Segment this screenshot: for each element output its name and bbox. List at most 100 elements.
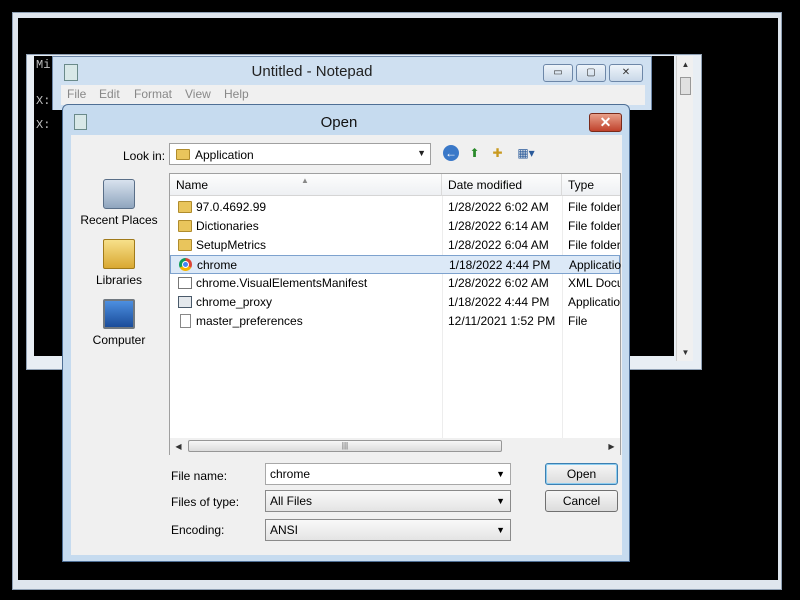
look-in-value: Application [195, 148, 254, 162]
place-recent-places[interactable]: Recent Places [77, 179, 161, 227]
menu-help[interactable]: Help [224, 87, 249, 101]
file-name: chrome.VisualElementsManifest [196, 276, 368, 290]
place-label: Libraries [95, 273, 143, 287]
column-name[interactable]: Name ▲ [170, 174, 442, 196]
place-label: Computer [92, 333, 146, 347]
file-date-modified: 1/18/2022 4:44 PM [449, 258, 551, 272]
scrollbar-thumb[interactable]: ||| [188, 440, 502, 452]
console-line: X: [36, 94, 51, 108]
menu-format[interactable]: Format [134, 87, 172, 101]
file-list[interactable]: Name ▲ Date modified Type 97.0.4692.99 1/… [169, 173, 621, 455]
column-name-label: Name [176, 178, 209, 192]
file-type: File [568, 314, 588, 328]
chevron-down-icon: ▼ [496, 496, 505, 506]
folder-icon [178, 239, 192, 251]
chrome-icon [179, 258, 192, 271]
file-type: File folder [568, 238, 620, 252]
place-computer[interactable]: Computer [77, 299, 161, 347]
menu-file[interactable]: File [67, 87, 86, 101]
places-bar: Recent Places Libraries Computer [77, 173, 161, 473]
folder-icon [176, 149, 190, 160]
file-icon [180, 314, 191, 328]
scroll-up-icon[interactable]: ▲ [677, 56, 694, 73]
up-folder-icon[interactable]: ⬆ [466, 145, 483, 162]
menu-view[interactable]: View [185, 87, 211, 101]
file-type: File folder [568, 200, 620, 214]
minimize-button[interactable]: ▭ [543, 64, 573, 82]
chevron-down-icon[interactable]: ▼ [496, 464, 505, 484]
console-line: Mi [36, 58, 51, 72]
notepad-close-button[interactable]: ✕ [609, 64, 643, 82]
file-list-header: Name ▲ Date modified Type [170, 174, 620, 196]
scroll-right-icon[interactable]: ▶ [603, 438, 620, 455]
file-name: master_preferences [196, 314, 303, 328]
dialog-client: Look in: Application ▼ ← ⬆ ✚ ▦▾ Recent P… [71, 135, 622, 555]
file-row[interactable]: SetupMetrics 1/28/2022 6:04 AM File folder [170, 236, 620, 255]
place-label: Recent Places [80, 213, 158, 227]
file-name: 97.0.4692.99 [196, 200, 267, 214]
file-type: Application [568, 295, 620, 309]
file-name: chrome_proxy [196, 295, 273, 309]
computer-icon [103, 299, 135, 329]
console-scrollbar[interactable]: ▲ ▼ [676, 56, 693, 361]
file-name: Dictionaries [196, 219, 259, 233]
open-dialog: Open ✕ Look in: Application ▼ ← ⬆ ✚ ▦▾ R… [62, 104, 630, 562]
file-type: XML Document [568, 276, 620, 290]
view-menu-icon[interactable]: ▦▾ [513, 145, 539, 162]
file-row[interactable]: 97.0.4692.99 1/28/2022 6:02 AM File folder [170, 198, 620, 217]
file-name-value: chrome [270, 467, 311, 481]
file-date-modified: 12/11/2021 1:52 PM [448, 314, 556, 328]
file-date-modified: 1/18/2022 4:44 PM [448, 295, 550, 309]
folder-icon [178, 201, 192, 213]
encoding-value: ANSI [270, 523, 299, 537]
files-of-type-value: All Files [270, 494, 313, 508]
back-icon[interactable]: ← [443, 145, 459, 161]
cancel-button[interactable]: Cancel [545, 490, 618, 512]
files-of-type-label: Files of type: [171, 495, 240, 509]
file-name-input[interactable]: chrome ▼ [265, 463, 511, 485]
maximize-button[interactable]: ▢ [576, 64, 606, 82]
file-date-modified: 1/28/2022 6:02 AM [448, 200, 549, 214]
file-row[interactable]: chrome.VisualElementsManifest 1/28/2022 6… [170, 274, 620, 293]
application-icon [178, 296, 192, 308]
scroll-down-icon[interactable]: ▼ [677, 344, 694, 361]
recent-places-icon [103, 179, 135, 209]
encoding-label: Encoding: [171, 523, 225, 537]
menu-edit[interactable]: Edit [99, 87, 120, 101]
xml-file-icon [178, 277, 192, 289]
file-date-modified: 1/28/2022 6:14 AM [448, 219, 549, 233]
column-type[interactable]: Type [562, 174, 620, 196]
place-libraries[interactable]: Libraries [77, 239, 161, 287]
new-folder-icon[interactable]: ✚ [489, 145, 506, 162]
file-type: Application [569, 258, 621, 272]
file-name: SetupMetrics [196, 238, 267, 252]
notepad-title: Untitled - Notepad [251, 63, 373, 80]
file-row[interactable]: master_preferences 12/11/2021 1:52 PM File [170, 312, 620, 331]
look-in-combo[interactable]: Application ▼ [169, 143, 431, 165]
file-name-label: File name: [171, 469, 228, 483]
dialog-close-button[interactable]: ✕ [589, 113, 622, 132]
column-date-modified[interactable]: Date modified [442, 174, 562, 196]
console-line: X: [36, 118, 51, 132]
notepad-menubar: File Edit Format View Help [61, 85, 645, 105]
chevron-down-icon: ▼ [417, 148, 426, 158]
horizontal-scrollbar[interactable]: ◀ ||| ▶ [170, 438, 620, 455]
encoding-select[interactable]: ANSI ▼ [265, 519, 511, 541]
file-date-modified: 1/28/2022 6:04 AM [448, 238, 549, 252]
open-button[interactable]: Open [545, 463, 618, 485]
chevron-down-icon: ▼ [496, 525, 505, 535]
file-row[interactable]: chrome_proxy 1/18/2022 4:44 PM Application [170, 293, 620, 312]
files-of-type-select[interactable]: All Files ▼ [265, 490, 511, 512]
file-row[interactable]: Dictionaries 1/28/2022 6:14 AM File folder [170, 217, 620, 236]
look-in-label: Look in: [123, 149, 166, 163]
scroll-left-icon[interactable]: ◀ [170, 438, 187, 455]
file-row[interactable]: chrome 1/18/2022 4:44 PM Application [170, 255, 621, 274]
file-name: chrome [197, 258, 238, 272]
file-type: File folder [568, 219, 620, 233]
notepad-window: Untitled - Notepad ▭ ▢ ✕ File Edit Forma… [52, 56, 652, 110]
file-date-modified: 1/28/2022 6:02 AM [448, 276, 549, 290]
dialog-title: Open [320, 114, 358, 131]
folder-icon [178, 220, 192, 232]
scrollbar-thumb[interactable] [680, 77, 691, 95]
libraries-icon [103, 239, 135, 269]
